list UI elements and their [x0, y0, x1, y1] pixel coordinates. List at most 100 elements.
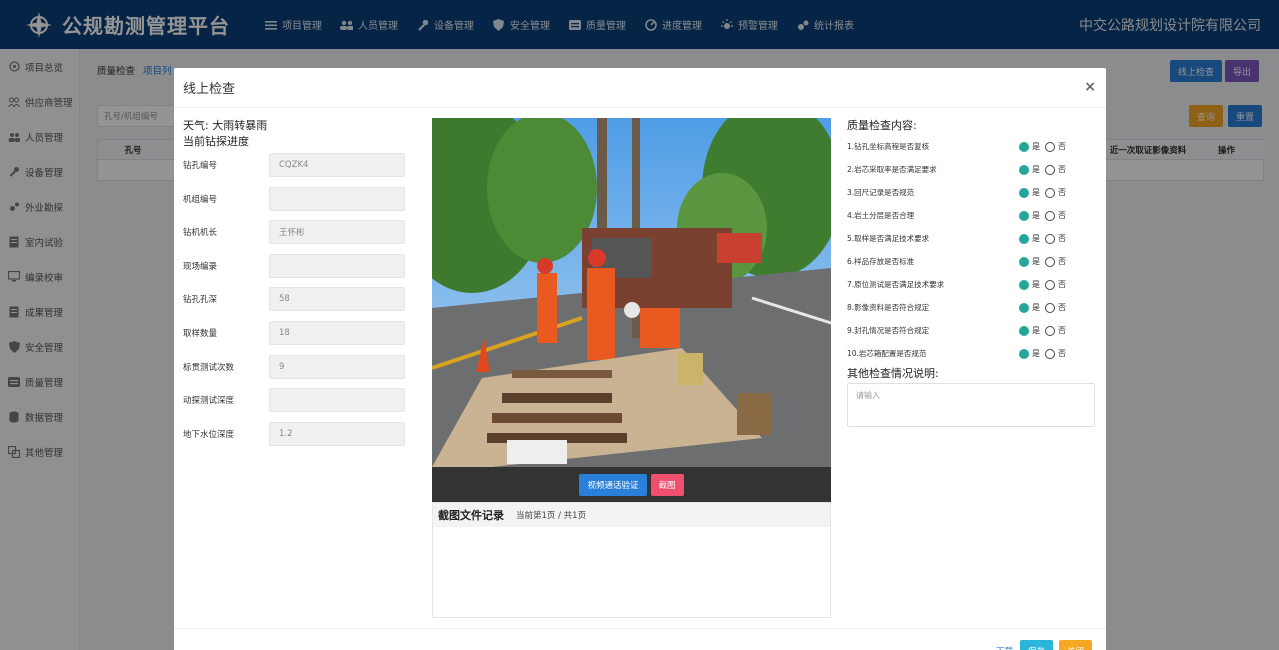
radio-no-label: 否	[1058, 234, 1066, 243]
field-label: 地下水位深度	[183, 429, 235, 440]
screenshot-record-title: 截图文件记录	[438, 509, 504, 522]
radio-no-label: 否	[1058, 211, 1066, 220]
radio-yes[interactable]	[1019, 233, 1029, 244]
drilling-site-video[interactable]	[432, 118, 831, 467]
qc-item-label: 8.影像资料是否符合规定	[847, 303, 930, 312]
radio-no[interactable]	[1045, 279, 1055, 290]
modal-header: 线上检查	[174, 68, 1106, 108]
radio-no[interactable]	[1045, 325, 1055, 336]
qc-item-label: 4.岩土分层是否合理	[847, 211, 915, 220]
unit-number-field	[269, 186, 405, 211]
save-button[interactable]: 保存	[1020, 640, 1054, 650]
radio-yes[interactable]	[1019, 141, 1029, 152]
hole-depth-field: 58	[269, 287, 405, 312]
field-row: 钻孔孔深 58	[183, 286, 418, 312]
radio-yes[interactable]	[1019, 348, 1029, 359]
radio-no[interactable]	[1045, 141, 1055, 152]
field-label: 动探测试深度	[183, 396, 235, 407]
field-label: 现场编录	[183, 261, 218, 272]
qc-item-label: 2.岩芯采取率是否满足要求	[847, 165, 937, 174]
progress-title: 当前钻探进度	[183, 135, 249, 148]
field-row: 现场编录	[183, 253, 418, 279]
modal-footer: 下载 保存 关闭	[174, 628, 1106, 650]
radio-yes[interactable]	[1019, 210, 1029, 221]
other-notes-title: 其他检查情况说明:	[847, 367, 939, 380]
qc-item-row: 2.岩芯采取率是否满足要求 是 否	[847, 158, 1097, 181]
radio-yes[interactable]	[1019, 325, 1029, 336]
field-label: 机组编号	[183, 194, 218, 205]
close-button[interactable]: 关闭	[1059, 640, 1093, 650]
radio-yes-label: 是	[1032, 303, 1040, 312]
radio-yes-label: 是	[1032, 326, 1040, 335]
radio-yes[interactable]	[1019, 279, 1029, 290]
radio-yes-label: 是	[1032, 257, 1040, 266]
qc-item-label: 1.钻孔坐标高程是否复核	[847, 142, 930, 151]
other-notes-textarea[interactable]: 请输入	[847, 383, 1095, 427]
radio-no[interactable]	[1045, 302, 1055, 313]
qc-item-row: 1.钻孔坐标高程是否复核 是 否	[847, 135, 1097, 158]
radio-no-label: 否	[1058, 257, 1066, 266]
field-row: 钻机机长 王怀彬	[183, 219, 418, 245]
qc-item-row: 4.岩土分层是否合理 是 否	[847, 204, 1097, 227]
captain-field: 王怀彬	[269, 220, 405, 245]
radio-no[interactable]	[1045, 187, 1055, 198]
download-link[interactable]: 下载	[994, 640, 1015, 650]
quality-check-title: 质量检查内容:	[847, 119, 917, 132]
site-logger-field	[269, 253, 405, 278]
screenshot-record-panel: 截图文件记录 当前第1页 / 共1页	[432, 502, 831, 618]
field-row: 钻孔编号 CQZK4	[183, 152, 418, 178]
radio-no[interactable]	[1045, 348, 1055, 359]
radio-yes-label: 是	[1032, 142, 1040, 151]
radio-no-label: 否	[1058, 303, 1066, 312]
radio-no-label: 否	[1058, 142, 1066, 151]
qc-item-row: 6.样品存放是否标准 是 否	[847, 250, 1097, 273]
radio-no[interactable]	[1045, 256, 1055, 267]
quality-check-panel: 质量检查内容: 1.钻孔坐标高程是否复核是否 2.岩芯采取率是否满足要求是否 3.回…	[847, 117, 1097, 427]
radio-no[interactable]	[1045, 233, 1055, 244]
field-row: 取样数量 18	[183, 320, 418, 346]
hole-number-field: CQZK4	[269, 153, 405, 177]
field-row: 动探测试深度	[183, 387, 418, 413]
video-call-verify-button[interactable]: 视频通话验证	[579, 473, 647, 496]
field-label: 钻孔编号	[183, 161, 218, 171]
quality-check-list: 1.钻孔坐标高程是否复核是否 2.岩芯采取率是否满足要求是否 3.回尺记录是否规范是…	[847, 135, 1097, 365]
qc-item-row: 3.回尺记录是否规范 是 否	[847, 181, 1097, 204]
weather-text: 天气: 大雨转暴雨	[183, 119, 268, 132]
radio-no-label: 否	[1058, 165, 1066, 174]
dpt-depth-field	[269, 388, 405, 413]
radio-no-label: 否	[1058, 280, 1066, 289]
online-check-modal: 线上检查 × 天气: 大雨转暴雨 当前钻探进度 钻孔编号 CQZK4 机组编号 钻…	[174, 68, 1106, 650]
qc-item-label: 6.样品存放是否标准	[847, 257, 915, 266]
radio-no-label: 否	[1058, 188, 1066, 197]
radio-yes[interactable]	[1019, 256, 1029, 267]
screenshot-record-header: 截图文件记录 当前第1页 / 共1页	[433, 503, 830, 527]
sample-count-field: 18	[269, 320, 405, 345]
radio-yes-label: 是	[1032, 234, 1040, 243]
radio-no[interactable]	[1045, 210, 1055, 221]
screenshot-button[interactable]: 截图	[650, 473, 684, 496]
qc-item-label: 5.取样是否满足技术要求	[847, 234, 930, 243]
field-label: 钻孔孔深	[183, 295, 218, 306]
modal-title: 线上检查	[183, 82, 236, 97]
radio-no[interactable]	[1045, 164, 1055, 175]
qc-item-row: 5.取样是否满足技术要求 是 否	[847, 227, 1097, 250]
qc-item-label: 7.原位测试是否满足技术要求	[847, 280, 945, 289]
water-depth-field: 1.2	[269, 421, 405, 446]
qc-item-label: 3.回尺记录是否规范	[847, 188, 915, 197]
radio-yes[interactable]	[1019, 187, 1029, 198]
field-row: 标贯测试次数 9	[183, 354, 418, 380]
drilling-info-panel: 天气: 大雨转暴雨 当前钻探进度 钻孔编号 CQZK4 机组编号 钻机机长 王怀彬 …	[183, 117, 418, 454]
radio-yes-label: 是	[1032, 280, 1040, 289]
page-indicator: 当前第1页 / 共1页	[516, 511, 587, 521]
field-row: 机组编号	[183, 186, 418, 212]
radio-yes-label: 是	[1032, 211, 1040, 220]
radio-yes[interactable]	[1019, 164, 1029, 175]
qc-item-label: 10.岩芯箱配置是否规范	[847, 349, 927, 358]
field-label: 钻机机长	[183, 228, 218, 239]
video-controls: 视频通话验证 截图	[432, 467, 831, 502]
field-label: 标贯测试次数	[183, 362, 235, 373]
field-label: 取样数量	[183, 328, 218, 339]
radio-yes[interactable]	[1019, 302, 1029, 313]
close-icon[interactable]: ×	[1084, 79, 1096, 95]
qc-item-row: 7.原位测试是否满足技术要求 是 否	[847, 273, 1097, 296]
